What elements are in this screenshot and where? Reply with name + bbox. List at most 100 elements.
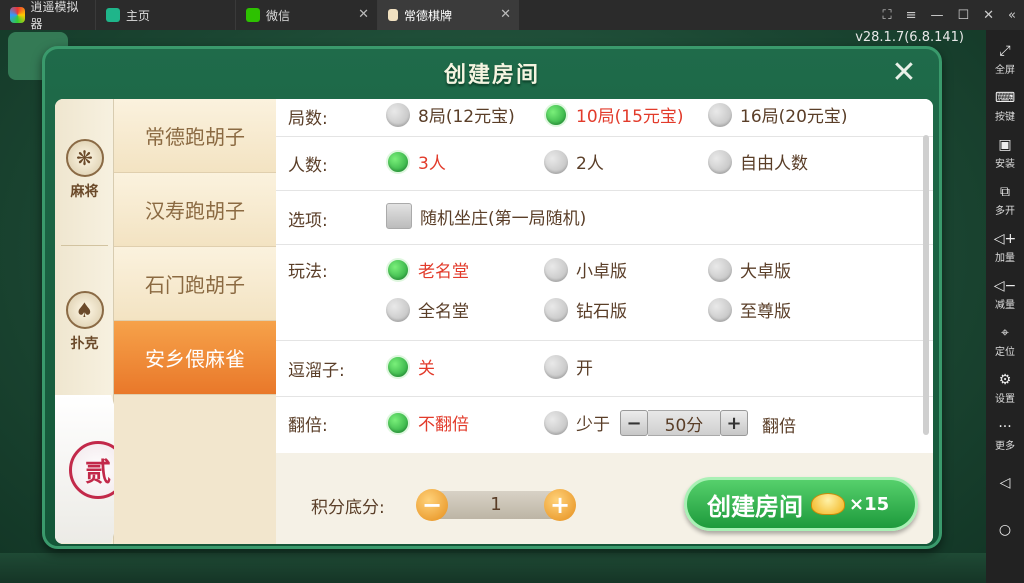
radio-option[interactable]: 10局(15元宝)	[544, 102, 684, 127]
emulator-sidebar: ⤢ 全屏 ⌨ 按键 ▣ 安装 ⧉ 多开 ◁+ 加量 ◁− 减量 ⌖ 定位 ⚙ 设置 ··· 更多 …	[986, 30, 1024, 583]
option-label: 不翻倍	[418, 415, 469, 435]
collapse-icon[interactable]: «	[1008, 8, 1016, 23]
radio-option[interactable]: 不翻倍	[386, 410, 469, 435]
stepper-value: 50分	[648, 410, 720, 436]
title-bar: 逍遥模拟器 主页 微信 ✕ 常德棋牌 ✕ ⛶ ≡ — ☐ ✕ «	[0, 0, 1024, 31]
radio-icon	[544, 257, 568, 282]
category-mahjong[interactable]: ❋ 麻将	[55, 139, 114, 201]
menu-icon[interactable]: ≡	[906, 8, 917, 23]
create-room-dialog: 创建房间 ✕ ❋ 麻将 ♠ 扑克 贰 常德跑胡子 汉寿跑胡子 石门跑胡子 安乡偎…	[42, 46, 942, 549]
app-name: 逍遥模拟器	[30, 0, 79, 31]
android-home-button[interactable]: ○	[999, 506, 1011, 553]
row-label: 人数:	[288, 156, 328, 176]
radio-option[interactable]: 8局(12元宝)	[386, 102, 515, 127]
plus-button[interactable]: +	[720, 410, 748, 436]
radio-option[interactable]: 自由人数	[708, 149, 808, 174]
minimize-icon[interactable]: —	[930, 8, 943, 23]
double-suffix: 翻倍	[762, 412, 796, 437]
window-controls: ⛶ ≡ — ☐ ✕ «	[882, 0, 1016, 30]
radio-option[interactable]: 2人	[544, 149, 604, 174]
radio-icon	[386, 102, 410, 127]
tab-home[interactable]: 主页	[95, 0, 235, 30]
score-plus-button[interactable]: +	[544, 489, 576, 521]
sidebar-label: 按键	[995, 112, 1015, 123]
close-icon[interactable]: ✕	[983, 8, 994, 23]
sidebar-label: 定位	[995, 347, 1015, 358]
tab-label: 微信	[266, 8, 291, 23]
option-label: 开	[576, 359, 593, 379]
game-item[interactable]: 石门跑胡子	[114, 247, 276, 321]
row-label: 局数:	[288, 109, 328, 129]
radio-option[interactable]: 老名堂	[386, 257, 469, 282]
sidebar-item-volume-down[interactable]: ◁− 减量	[994, 271, 1017, 318]
game-item[interactable]: 汉寿跑胡子	[114, 173, 276, 247]
keyboard-icon: ⌨	[994, 90, 1016, 106]
radio-icon	[544, 149, 568, 174]
spade-icon: ♠	[65, 291, 104, 329]
close-icon[interactable]: ✕	[889, 58, 919, 89]
radio-option[interactable]: 至尊版	[708, 297, 791, 322]
home-circle-icon: ○	[998, 521, 1012, 538]
radio-option[interactable]: 钻石版	[544, 297, 627, 322]
option-label: 随机坐庄(第一局随机)	[420, 208, 587, 229]
maximize-icon[interactable]: ☐	[957, 8, 969, 23]
radio-option[interactable]: 大卓版	[708, 257, 791, 282]
create-room-button[interactable]: 创建房间 ×15	[684, 477, 918, 531]
options-area: 局数: 8局(12元宝) 10局(15元宝) 16局(20元宝) 人数: 3人 …	[276, 99, 933, 453]
radio-option[interactable]: 关	[386, 354, 435, 379]
tab-game[interactable]: 常德棋牌 ✕	[377, 0, 519, 30]
rounds-row: 局数: 8局(12元宝) 10局(15元宝) 16局(20元宝)	[276, 99, 933, 137]
create-button-label: 创建房间	[707, 492, 803, 521]
radio-option[interactable]: 3人	[386, 149, 446, 174]
sidebar-item-location[interactable]: ⌖ 定位	[995, 318, 1015, 365]
tab-close-icon[interactable]: ✕	[358, 7, 369, 22]
radio-selected-icon	[544, 102, 568, 127]
douliuzi-row: 逗溜子: 关 开	[276, 341, 933, 397]
radio-icon	[386, 297, 410, 322]
score-label: 积分底分:	[311, 498, 385, 518]
option-label: 16局(20元宝)	[740, 107, 848, 127]
game-bottom-bar	[0, 553, 986, 583]
scrollbar[interactable]	[923, 135, 929, 435]
play-row: 玩法: 老名堂 小卓版 大卓版 全名堂 钻石版 至尊版	[276, 245, 933, 341]
sidebar-item-install[interactable]: ▣ 安装	[995, 130, 1015, 177]
dialog-footer: 积分底分: 1 − + 创建房间 ×15	[276, 453, 933, 544]
category-poker[interactable]: ♠ 扑克	[55, 291, 114, 353]
sidebar-label: 全屏	[995, 65, 1015, 76]
tab-wechat[interactable]: 微信 ✕	[235, 0, 377, 30]
option-label: 少于	[576, 415, 610, 435]
location-icon: ⌖	[1001, 325, 1009, 341]
radio-option[interactable]: 全名堂	[386, 297, 469, 322]
radio-option[interactable]: 开	[544, 354, 593, 379]
game-tab-icon	[388, 9, 398, 21]
radio-icon	[544, 297, 568, 322]
game-item-active[interactable]: 安乡偎麻雀	[114, 321, 276, 395]
game-item[interactable]: 常德跑胡子	[114, 99, 276, 173]
radio-selected-icon	[386, 410, 410, 435]
screenshot-icon[interactable]: ⛶	[882, 8, 891, 23]
sidebar-item-fullscreen[interactable]: ⤢ 全屏	[995, 36, 1015, 83]
radio-selected-icon	[386, 354, 410, 379]
android-back-button[interactable]: ◁	[1000, 459, 1011, 506]
radio-option[interactable]: 少于	[544, 410, 610, 435]
ingot-icon	[811, 493, 845, 515]
option-label: 8局(12元宝)	[418, 107, 515, 127]
sidebar-item-more[interactable]: ··· 更多	[995, 412, 1015, 459]
row-label: 逗溜子:	[288, 361, 345, 381]
tab-close-icon[interactable]: ✕	[500, 7, 511, 22]
version-label: v28.1.7(6.8.141)	[855, 30, 964, 45]
radio-option[interactable]: 16局(20元宝)	[708, 102, 848, 127]
minus-button[interactable]: −	[620, 410, 648, 436]
sidebar-item-keymap[interactable]: ⌨ 按键	[995, 83, 1015, 130]
radio-selected-icon	[386, 257, 410, 282]
volume-up-icon: ◁+	[993, 231, 1017, 247]
sidebar-item-settings[interactable]: ⚙ 设置	[995, 365, 1015, 412]
sidebar-item-volume-up[interactable]: ◁+ 加量	[994, 224, 1017, 271]
sidebar-item-multi[interactable]: ⧉ 多开	[995, 177, 1015, 224]
sidebar-label: 多开	[995, 206, 1015, 217]
option-label: 2人	[576, 154, 604, 174]
score-minus-button[interactable]: −	[416, 489, 448, 521]
radio-option[interactable]: 小卓版	[544, 257, 627, 282]
random-banker-checkbox[interactable]: 随机坐庄(第一局随机)	[386, 203, 586, 229]
suffix-label: 翻倍	[762, 417, 796, 437]
